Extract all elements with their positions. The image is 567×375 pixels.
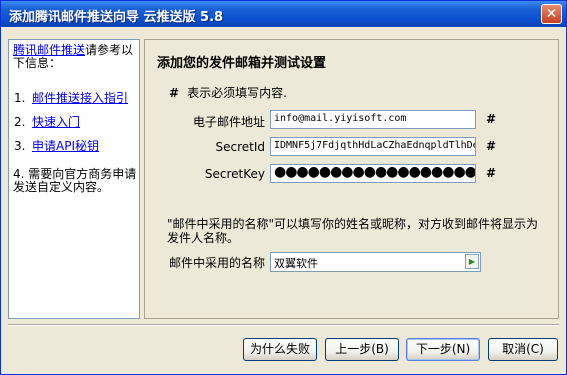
help-step-4: 4. 需要向官方商务申请发送自定义内容。 [13, 168, 137, 194]
close-icon: ✕ [545, 6, 558, 22]
sender-name-label: 邮件中采用的名称 [168, 256, 265, 270]
help-step-1: 1. 邮件推送接入指引 [14, 92, 128, 105]
wizard-window: 添加腾讯邮件推送向导 云推送版 5.8 ✕ 腾讯邮件推送请参考以下信息： 1. 邮… [0, 0, 567, 375]
secret-key-required-mark: # [486, 166, 497, 180]
dropdown-arrow-icon[interactable]: ▶ [465, 254, 479, 269]
help-panel: 腾讯邮件推送请参考以下信息： 1. 邮件推送接入指引 2. 快速入门 3. 申请API… [8, 39, 140, 319]
next-button[interactable]: 下一步(N) [406, 338, 480, 361]
cancel-button[interactable]: 取消(C) [488, 338, 558, 361]
sender-name-combo[interactable]: 双翼软件 ▶ [270, 252, 481, 272]
required-note: # 表示必须填写内容. [169, 84, 287, 101]
secret-key-field[interactable]: ●●●●●●●●●●●●●●●●●●●●● [270, 164, 476, 183]
button-divider [8, 324, 559, 326]
close-button[interactable]: ✕ [541, 4, 562, 24]
page-title: 添加您的发件邮箱并测试设置 [157, 56, 327, 71]
window-title: 添加腾讯邮件推送向导 云推送版 5.8 [9, 10, 224, 25]
step-number: 2. [14, 115, 26, 129]
secret-id-field[interactable]: IDMNF5j7FdjqthHdLaCZhaEdnqpldTlhDe [270, 137, 476, 156]
step-text: 需要向官方商务申请发送自定义内容。 [13, 167, 137, 194]
title-bar[interactable]: 添加腾讯邮件推送向导 云推送版 5.8 ✕ [1, 1, 566, 27]
required-mark: # [169, 86, 180, 100]
email-required-mark: # [486, 112, 497, 126]
step-number: 1. [14, 91, 26, 105]
secret-key-label: SecretKey [204, 167, 265, 181]
back-button[interactable]: 上一步(B) [325, 338, 399, 361]
step-number: 4. [13, 167, 25, 181]
sender-name-description: "邮件中采用的名称"可以填写你的姓名或昵称，对方收到邮件将显示为发件人名称。 [167, 217, 539, 245]
help-step-2: 2. 快速入门 [14, 116, 80, 129]
email-field[interactable]: info@mail.yiyisoft.com [270, 110, 476, 129]
tencent-email-push-link[interactable]: 腾讯邮件推送 [13, 43, 85, 57]
help-intro: 腾讯邮件推送请参考以下信息： [13, 44, 137, 70]
access-guide-link[interactable]: 邮件推送接入指引 [32, 91, 128, 105]
required-note-text: 表示必须填写内容. [187, 86, 287, 100]
wizard-content: 腾讯邮件推送请参考以下信息： 1. 邮件推送接入指引 2. 快速入门 3. 申请API… [4, 27, 563, 373]
secret-id-label: SecretId [215, 140, 265, 154]
email-label: 电子邮件地址 [192, 115, 265, 129]
settings-panel: 添加您的发件邮箱并测试设置 # 表示必须填写内容. 电子邮件地址 info@mai… [144, 39, 559, 319]
sender-name-value: 双翼软件 [274, 257, 318, 270]
secret-id-required-mark: # [486, 139, 497, 153]
why-fail-button[interactable]: 为什么失败 [243, 338, 317, 361]
quick-start-link[interactable]: 快速入门 [32, 115, 80, 129]
apply-api-key-link[interactable]: 申请API秘钥 [32, 139, 99, 153]
help-step-3: 3. 申请API秘钥 [14, 140, 99, 153]
step-number: 3. [14, 139, 26, 153]
